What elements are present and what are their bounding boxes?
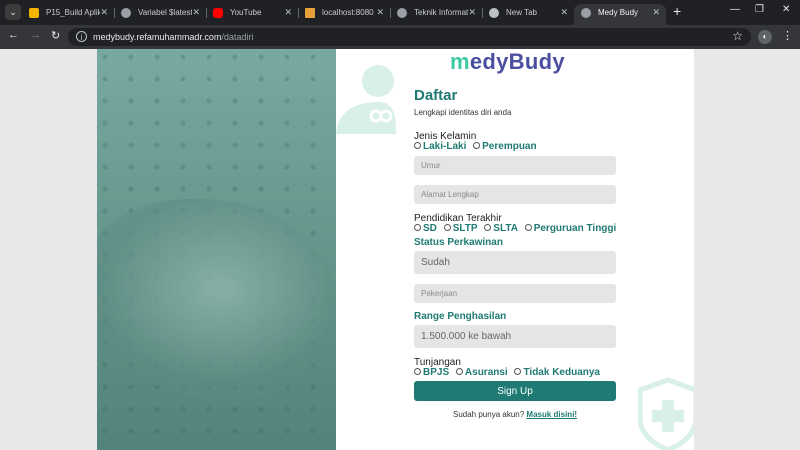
bookmark-star-icon[interactable]: ☆ bbox=[732, 29, 743, 43]
radio-icon[interactable] bbox=[414, 224, 421, 231]
phpmyadmin-icon bbox=[305, 8, 315, 18]
tab-close-icon[interactable]: ✕ bbox=[100, 4, 108, 21]
tab-close-icon[interactable]: ✕ bbox=[284, 4, 292, 21]
close-window-button[interactable]: ✕ bbox=[782, 4, 790, 15]
benefits-option-insurance[interactable]: Asuransi bbox=[455, 367, 508, 378]
radio-icon[interactable] bbox=[473, 142, 481, 149]
browser-tab[interactable]: Teknik Informati ✕ bbox=[390, 4, 482, 25]
marital-status-label: Status Perkawinan bbox=[414, 237, 503, 248]
income-range-select[interactable]: 1.500.000 ke bawah bbox=[414, 325, 616, 348]
browser-tab-strip: ⌄ P15_Build Aplika ✕ Variabel $latest ✕ … bbox=[0, 0, 800, 25]
radio-icon[interactable] bbox=[455, 368, 463, 375]
medybudy-logo: medyBudy bbox=[450, 49, 565, 74]
page-title: Daftar bbox=[414, 87, 458, 104]
benefits-option-bpjs[interactable]: BPJS bbox=[414, 367, 449, 378]
tab-label: Variabel $latest bbox=[138, 8, 192, 17]
url-path: /datadiri bbox=[221, 32, 254, 42]
address-bar[interactable]: i medybudy.refamuhammadr.com/datadiri ☆ bbox=[68, 28, 751, 46]
education-option-sltp[interactable]: SLTP bbox=[443, 223, 478, 234]
signup-card: medyBudy Daftar Lengkapi identitas diri … bbox=[336, 49, 694, 450]
tab-label: New Tab bbox=[506, 8, 537, 17]
education-option-slta[interactable]: SLTA bbox=[484, 223, 518, 234]
tab-label: localhost:8080 / bbox=[322, 8, 376, 17]
doctor-icon bbox=[336, 65, 396, 134]
gender-radio-group: Laki-Laki Perempuan bbox=[414, 141, 541, 152]
sign-up-button[interactable]: Sign Up bbox=[414, 381, 616, 401]
new-tab-button[interactable]: + bbox=[673, 3, 681, 19]
globe-icon bbox=[581, 8, 591, 18]
minimize-button[interactable]: — bbox=[730, 4, 740, 15]
forward-button[interactable]: → bbox=[30, 29, 41, 41]
radio-icon[interactable] bbox=[524, 224, 532, 231]
radio-icon[interactable] bbox=[443, 224, 451, 231]
browser-menu-icon[interactable]: ⋮ bbox=[782, 29, 793, 42]
education-option-sd[interactable]: SD bbox=[414, 223, 437, 234]
reload-button[interactable]: ↻ bbox=[51, 29, 60, 42]
back-button[interactable]: ← bbox=[8, 29, 19, 41]
browser-tab[interactable]: P15_Build Aplika ✕ bbox=[22, 4, 114, 25]
youtube-icon bbox=[213, 8, 223, 18]
chrome-icon bbox=[489, 8, 499, 18]
extension-icon[interactable]: ◐ bbox=[758, 30, 772, 44]
tab-favicon-icon bbox=[121, 8, 131, 18]
browser-tab-active[interactable]: Medy Budy ✕ bbox=[574, 4, 666, 25]
age-input[interactable] bbox=[414, 156, 616, 175]
benefits-radio-group: BPJS Asuransi Tidak Keduanya bbox=[414, 367, 604, 378]
restore-button[interactable]: ❐ bbox=[755, 4, 764, 15]
tab-close-icon[interactable]: ✕ bbox=[468, 4, 476, 21]
login-prompt: Sudah punya akun? Masuk disini! bbox=[453, 410, 577, 419]
login-prompt-text: Sudah punya akun? bbox=[453, 410, 525, 419]
tab-close-icon[interactable]: ✕ bbox=[376, 4, 384, 21]
browser-tab[interactable]: Variabel $latest ✕ bbox=[114, 4, 206, 25]
address-input[interactable] bbox=[414, 185, 616, 204]
benefits-option-neither[interactable]: Tidak Keduanya bbox=[514, 367, 600, 378]
globe-icon bbox=[397, 8, 407, 18]
income-range-label: Range Penghasilan bbox=[414, 311, 507, 322]
hero-teal-overlay bbox=[97, 49, 336, 450]
page-subtitle: Lengkapi identitas diri anda bbox=[414, 108, 512, 117]
url-host: medybudy.refamuhammadr.com bbox=[93, 32, 222, 42]
login-link[interactable]: Masuk disini! bbox=[526, 410, 577, 419]
page-scrollbar[interactable] bbox=[792, 49, 800, 450]
radio-icon[interactable] bbox=[484, 224, 492, 231]
tab-label: YouTube bbox=[230, 8, 262, 17]
url-text[interactable]: medybudy.refamuhammadr.com/datadiri bbox=[93, 32, 253, 42]
job-input[interactable] bbox=[414, 284, 616, 303]
browser-tab[interactable]: New Tab ✕ bbox=[482, 4, 574, 25]
tab-search-icon[interactable]: ⌄ bbox=[5, 4, 21, 20]
medical-shield-icon bbox=[638, 377, 694, 450]
marital-status-select[interactable]: Sudah bbox=[414, 251, 616, 274]
tab-favicon-icon bbox=[29, 8, 39, 18]
browser-tab[interactable]: localhost:8080 / ✕ bbox=[298, 4, 390, 25]
gender-option-male[interactable]: Laki-Laki bbox=[414, 141, 466, 152]
tab-close-icon[interactable]: ✕ bbox=[652, 4, 660, 21]
browser-tab[interactable]: YouTube ✕ bbox=[206, 4, 298, 25]
education-radio-group: SD SLTP SLTA Perguruan Tinggi bbox=[414, 223, 620, 234]
gender-option-female[interactable]: Perempuan bbox=[473, 141, 537, 152]
tab-label: Medy Budy bbox=[598, 8, 639, 17]
radio-icon[interactable] bbox=[514, 368, 522, 375]
hero-photo bbox=[97, 49, 336, 450]
browser-toolbar: ← → ↻ i medybudy.refamuhammadr.com/datad… bbox=[0, 25, 800, 49]
education-option-university[interactable]: Perguruan Tinggi bbox=[524, 223, 616, 234]
tab-label: Teknik Informati bbox=[414, 8, 468, 17]
tab-label: P15_Build Aplika bbox=[46, 8, 100, 17]
tab-close-icon[interactable]: ✕ bbox=[560, 4, 568, 21]
page-viewport: medyBudy Daftar Lengkapi identitas diri … bbox=[0, 49, 800, 450]
site-info-icon[interactable]: i bbox=[76, 31, 87, 42]
tab-close-icon[interactable]: ✕ bbox=[192, 4, 200, 21]
radio-icon[interactable] bbox=[414, 142, 421, 149]
radio-icon[interactable] bbox=[414, 368, 421, 375]
